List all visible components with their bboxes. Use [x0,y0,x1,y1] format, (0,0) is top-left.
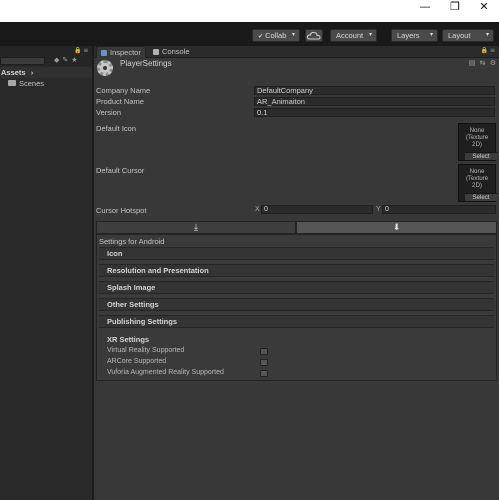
assets-breadcrumb[interactable]: Assets › [0,67,92,78]
tab-label: Console [162,47,190,56]
xr-settings-title: XR Settings [107,335,150,344]
texture-type-label: (Texture [465,134,489,141]
chevron-down-icon: ▾ [368,32,372,38]
hotspot-y-label: Y [376,206,381,213]
product-name-field[interactable]: AR_Animaiton [254,97,495,106]
arcore-supported-label: ARCore Supported [107,358,167,365]
check-icon: ✔ [258,33,264,40]
chevron-down-icon: ▾ [291,32,295,38]
company-name-label: Company Name [96,86,151,95]
texture-type-label-2: 2D) [472,182,482,189]
cloud-button[interactable] [305,29,323,42]
texture-select-button[interactable]: Select [465,152,497,160]
hotspot-y-field[interactable]: 0 [382,205,496,214]
arcore-supported-checkbox[interactable] [260,359,268,366]
layout-label: Layout [448,31,471,40]
product-name-label: Product Name [96,97,144,106]
project-toolbar: 🔒 ≡ ◆✎★ [0,46,92,66]
section-icon[interactable]: Icon [99,247,494,260]
section-other-settings[interactable]: Other Settings [99,298,494,311]
component-title: PlayerSettings [120,59,172,68]
minimize-button[interactable]: — [410,0,440,18]
collab-dropdown[interactable]: ✔ Collab ▾ [252,29,300,42]
account-label: Account [336,31,364,40]
tab-inspector[interactable]: Inspector [96,46,146,58]
close-button[interactable]: ✕ [469,0,499,18]
filter-icons[interactable]: ◆✎★ [54,56,81,64]
default-cursor-label: Default Cursor [96,166,145,175]
texture-none-label: None [469,127,485,134]
virtual-reality-supported-checkbox[interactable] [260,348,268,355]
chevron-right-icon: › [30,68,34,77]
texture-select-button[interactable]: Select [465,193,497,201]
console-icon [153,49,159,55]
section-resolution-and-presentation[interactable]: Resolution and Presentation [99,264,494,277]
layers-label: Layers [397,31,420,40]
cloud-icon [306,31,321,40]
texture-none-label: None [469,168,485,175]
restore-button[interactable]: ❐ [440,0,470,18]
tab-standalone[interactable]: ⤓ [96,221,296,234]
version-field[interactable]: 0.1 [254,108,495,117]
default-cursor-texture-field[interactable]: None (Texture 2D) Select [458,164,497,202]
collab-label: Collab [265,31,287,40]
assets-label: Assets [1,68,26,77]
tab-android[interactable]: ⬇ [296,221,497,234]
inspector-icon [101,50,107,56]
chevron-down-icon: ▾ [429,32,433,38]
default-icon-texture-field[interactable]: None (Texture 2D) Select [458,123,497,161]
inspector-tabbar: Inspector Console 🔒 ≡ [94,46,499,58]
settings-for-label: Settings for Android [99,237,165,246]
lock-icon[interactable]: 🔒 ≡ [481,47,495,54]
texture-type-label-2: 2D) [472,141,482,148]
platform-settings-box: Settings for Android Icon Resolution and… [96,234,497,381]
player-settings-icon [97,60,113,76]
project-panel: 🔒 ≡ ◆✎★ Assets › Scenes [0,46,92,500]
layers-dropdown[interactable]: Layers ▾ [391,29,438,42]
folder-item[interactable]: Scenes [8,79,44,89]
section-publishing-settings[interactable]: Publishing Settings [99,315,494,328]
tab-label: Inspector [110,48,141,57]
cursor-hotspot-label: Cursor Hotspot [96,206,147,215]
folder-item-label: Scenes [19,79,45,88]
vuforia-supported-checkbox[interactable] [260,370,268,377]
search-input[interactable] [0,57,45,65]
virtual-reality-supported-label: Virtual Reality Supported [107,347,185,354]
inspector-panel: Inspector Console 🔒 ≡ PlayerSettings ▤ ⇆… [94,46,499,500]
version-label: Version [96,108,122,117]
hotspot-x-label: X [255,206,260,213]
section-splash-image[interactable]: Splash Image [99,281,494,294]
chevron-down-icon: ▾ [485,32,489,38]
company-name-field[interactable]: DefaultCompany [254,86,495,95]
account-dropdown[interactable]: Account ▾ [330,29,377,42]
component-header-icons[interactable]: ▤ ⇆ ⚙ [469,59,497,67]
vuforia-supported-label: Vuforia Augmented Reality Supported [107,369,224,376]
window-titlebar: — ❐ ✕ [0,0,499,22]
layout-dropdown[interactable]: Layout ▾ [442,29,494,42]
platform-tabs: ⤓ ⬇ [94,221,499,234]
tab-console[interactable]: Console [149,46,195,58]
main-toolbar: ✔ Collab ▾ Account ▾ Layers ▾ Layout ▾ [0,22,499,46]
hotspot-x-field[interactable]: 0 [261,205,373,214]
lock-icon[interactable]: 🔒 ≡ [74,47,88,54]
texture-type-label: (Texture [465,175,489,182]
folder-icon [8,80,16,86]
default-icon-label: Default Icon [96,124,137,133]
